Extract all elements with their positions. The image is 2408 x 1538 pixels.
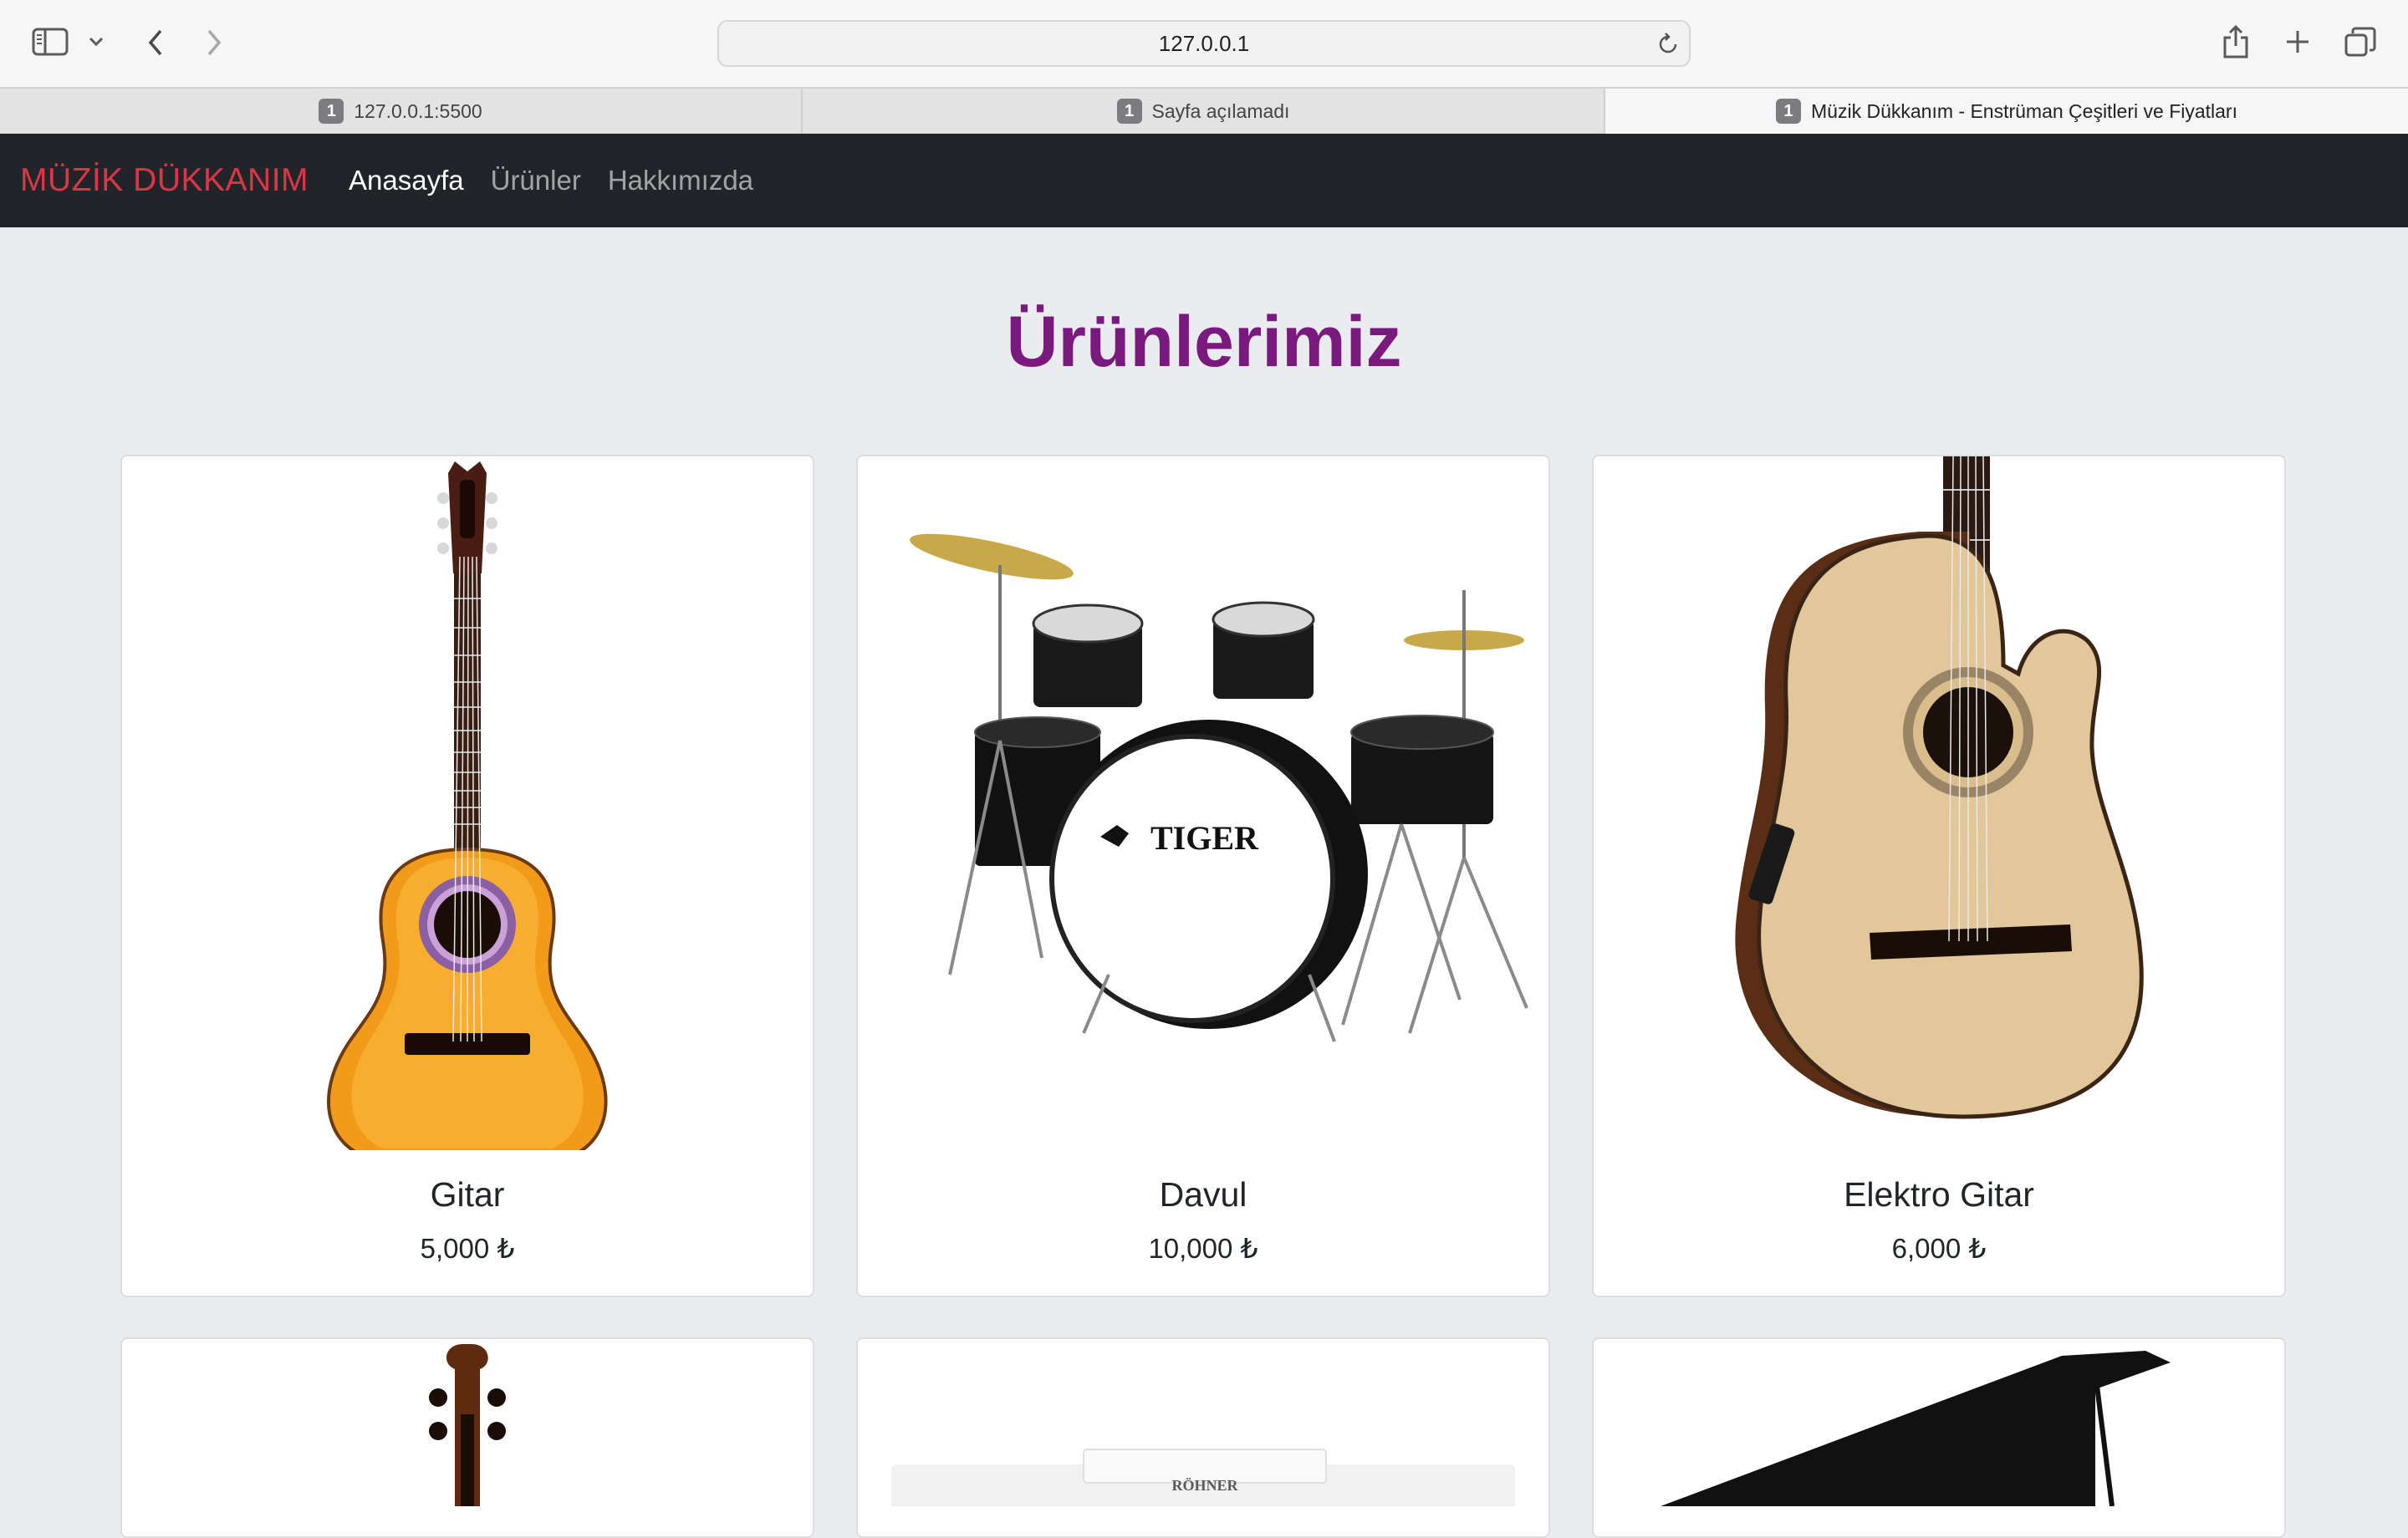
product-name: Gitar (430, 1175, 505, 1214)
piano-brand-text: RÖHNER (1171, 1477, 1238, 1494)
back-button[interactable] (139, 25, 172, 60)
share-icon (2223, 24, 2248, 59)
violin-image (429, 1344, 506, 1506)
product-image (122, 456, 813, 1150)
chevron-left-icon (148, 29, 162, 56)
share-button[interactable] (2217, 22, 2254, 62)
tab-localhost[interactable]: 1 127.0.0.1:5500 (0, 89, 803, 134)
reload-button[interactable] (1656, 32, 1681, 63)
product-image (1594, 456, 2284, 1150)
product-image: TIGER (858, 456, 1548, 1150)
tab-bar: 1 127.0.0.1:5500 1 Sayfa açılamadı 1 Müz… (0, 87, 2408, 134)
tab-favicon-badge: 1 (1116, 99, 1142, 124)
product-card-gitar[interactable]: Gitar 5,000 ₺ (120, 455, 814, 1297)
nav-link-hakkimizda[interactable]: Hakkımızda (608, 165, 753, 196)
page-title: Ürünlerimiz (1006, 302, 1402, 382)
reload-icon (1659, 33, 1677, 53)
brand-link[interactable]: MÜZİK DÜKKANIM (20, 162, 309, 199)
nav-link-urunler[interactable]: Ürünler (491, 165, 581, 196)
electro-acoustic-guitar-image (1735, 456, 2144, 1119)
classical-guitar-image (327, 461, 608, 1150)
tab-label: 127.0.0.1:5500 (354, 99, 482, 122)
tab-overview-icon (2344, 27, 2376, 57)
sidebar-icon (32, 28, 69, 56)
tab-muzik-dukkanim[interactable]: 1 Müzik Dükkanım - Enstrüman Çeşitleri v… (1605, 89, 2408, 134)
address-bar[interactable]: 127.0.0.1 (717, 20, 1691, 67)
site-navbar: MÜZİK DÜKKANIM Anasayfa Ürünler Hakkımız… (0, 134, 2408, 227)
plus-icon (2287, 31, 2309, 53)
product-card-grand-piano[interactable] (1592, 1337, 2286, 1538)
product-card-elektro-gitar[interactable]: Elektro Gitar 6,000 ₺ (1592, 455, 2286, 1297)
chevron-down-icon (89, 37, 104, 47)
drum-kit-image: TIGER (910, 533, 1528, 1042)
browser-toolbar: 127.0.0.1 (0, 0, 2408, 87)
product-card-violin[interactable] (120, 1337, 814, 1538)
nav-link-anasayfa[interactable]: Anasayfa (349, 165, 464, 196)
product-card-davul[interactable]: TIGER Davul 10,000 ₺ (856, 455, 1550, 1297)
product-name: Elektro Gitar (1844, 1175, 2034, 1214)
product-card-digital-piano[interactable]: RÖHNER (856, 1337, 1550, 1538)
new-tab-button[interactable] (2281, 25, 2314, 59)
sidebar-toggle-button[interactable] (30, 25, 70, 59)
tab-label: Müzik Dükkanım - Enstrüman Çeşitleri ve … (1811, 99, 2237, 122)
chevron-right-icon (207, 29, 222, 56)
url-text: 127.0.0.1 (1158, 30, 1250, 56)
tab-favicon-badge: 1 (1776, 99, 1802, 124)
product-price: 6,000 ₺ (1891, 1233, 1987, 1264)
tab-label: Sayfa açılamadı (1151, 99, 1290, 122)
tab-page-failed[interactable]: 1 Sayfa açılamadı (803, 89, 1605, 134)
product-price: 10,000 ₺ (1148, 1233, 1258, 1264)
grand-piano-image (1661, 1351, 2171, 1506)
digital-piano-image: RÖHNER (891, 1449, 1515, 1506)
sidebar-menu-button[interactable] (85, 30, 107, 53)
forward-button[interactable] (197, 25, 231, 60)
product-name: Davul (1159, 1175, 1247, 1214)
svg-text:TIGER: TIGER (1150, 819, 1259, 857)
tab-favicon-badge: 1 (319, 99, 344, 124)
tab-overview-button[interactable] (2343, 25, 2378, 59)
product-price: 5,000 ₺ (420, 1233, 515, 1264)
